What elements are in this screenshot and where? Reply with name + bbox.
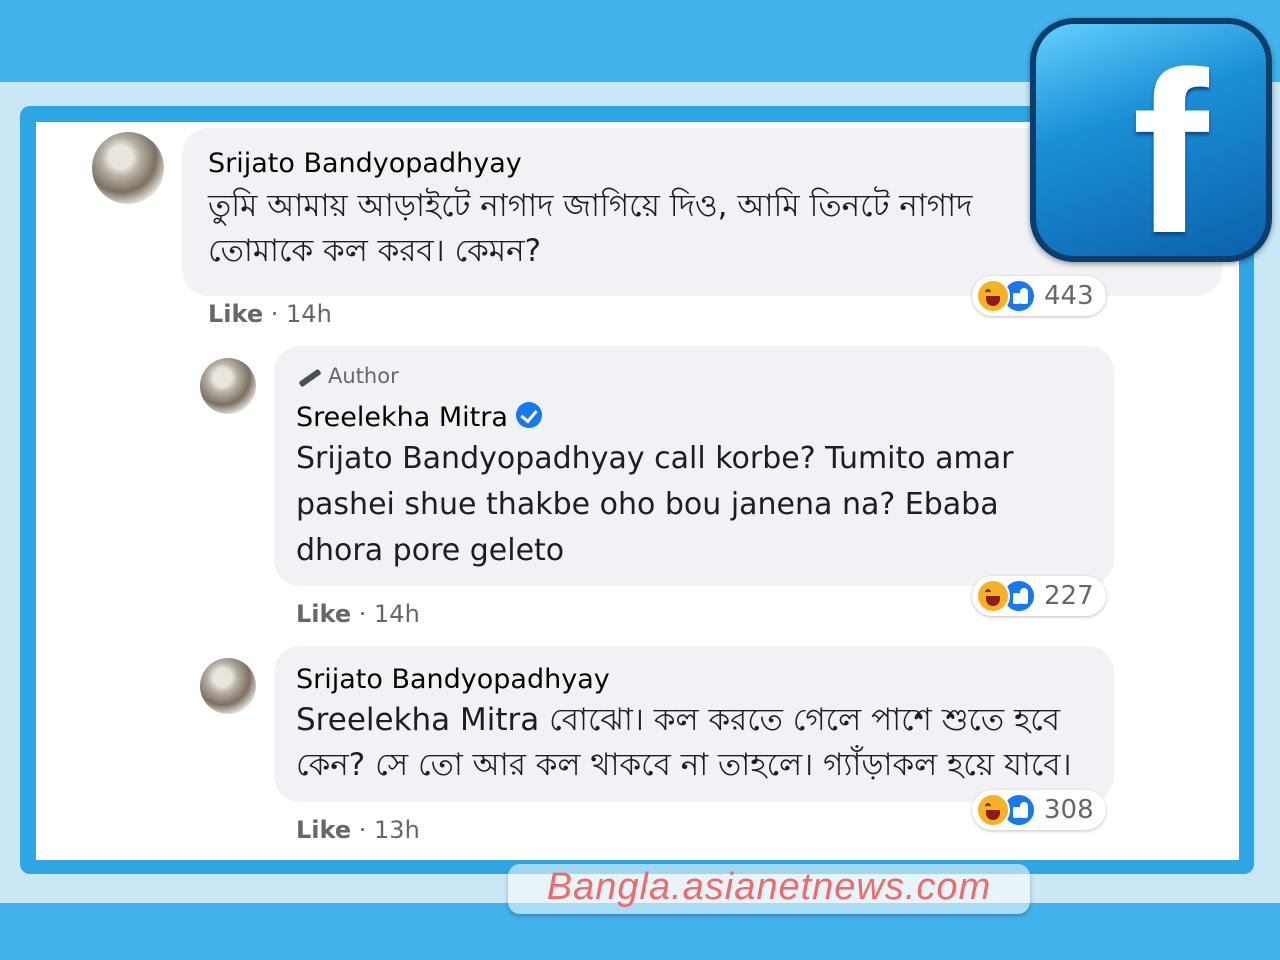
like-link[interactable]: Like <box>296 600 351 628</box>
author-badge: Author <box>296 364 399 388</box>
comment-time[interactable]: · 13h <box>359 816 420 844</box>
comment-meta: Like · 14h <box>208 300 332 328</box>
facebook-logo-letter: f <box>1132 24 1209 281</box>
reaction-summary[interactable]: 443 <box>972 276 1106 316</box>
comment-text: Srijato Bandyopadhyay call korbe? Tumito… <box>296 441 1014 568</box>
pen-icon <box>296 368 322 386</box>
comment-meta: Like · 13h <box>296 816 420 844</box>
like-link[interactable]: Like <box>296 816 351 844</box>
reaction-count: 443 <box>1044 281 1094 311</box>
reaction-summary[interactable]: 308 <box>972 790 1106 830</box>
reaction-summary[interactable]: 227 <box>972 576 1106 616</box>
avatar[interactable] <box>200 358 256 414</box>
comment-author[interactable]: Sreelekha Mitra <box>296 402 542 433</box>
comment-meta: Like · 14h <box>296 600 420 628</box>
like-link[interactable]: Like <box>208 300 263 328</box>
haha-icon <box>976 279 1010 313</box>
avatar[interactable] <box>200 658 256 714</box>
watermark: Bangla.asianetnews.com <box>508 864 1030 914</box>
watermark-text: Bangla.asianetnews.com <box>546 866 992 908</box>
facebook-logo-icon: f <box>1030 18 1272 268</box>
mention-link[interactable]: Srijato Bandyopadhyay <box>296 441 645 476</box>
comment-time[interactable]: · 14h <box>271 300 332 328</box>
comment-text: তুমি আমায় আড়াইটে নাগাদ জাগিয়ে দিও, আম… <box>208 188 973 269</box>
comment-author[interactable]: Srijato Bandyopadhyay <box>296 664 610 695</box>
mention-link[interactable]: Sreelekha Mitra <box>296 702 539 738</box>
verified-badge-icon <box>515 402 542 428</box>
comment-time[interactable]: · 14h <box>359 600 420 628</box>
reaction-count: 308 <box>1044 795 1094 825</box>
avatar[interactable] <box>92 132 164 204</box>
haha-icon <box>976 579 1010 613</box>
haha-icon <box>976 793 1010 827</box>
reaction-count: 227 <box>1044 581 1094 611</box>
comment-author[interactable]: Srijato Bandyopadhyay <box>208 148 522 179</box>
comment-text: Sreelekha Mitra বোঝো। কল করতে গেলে পাশে … <box>296 702 1072 783</box>
